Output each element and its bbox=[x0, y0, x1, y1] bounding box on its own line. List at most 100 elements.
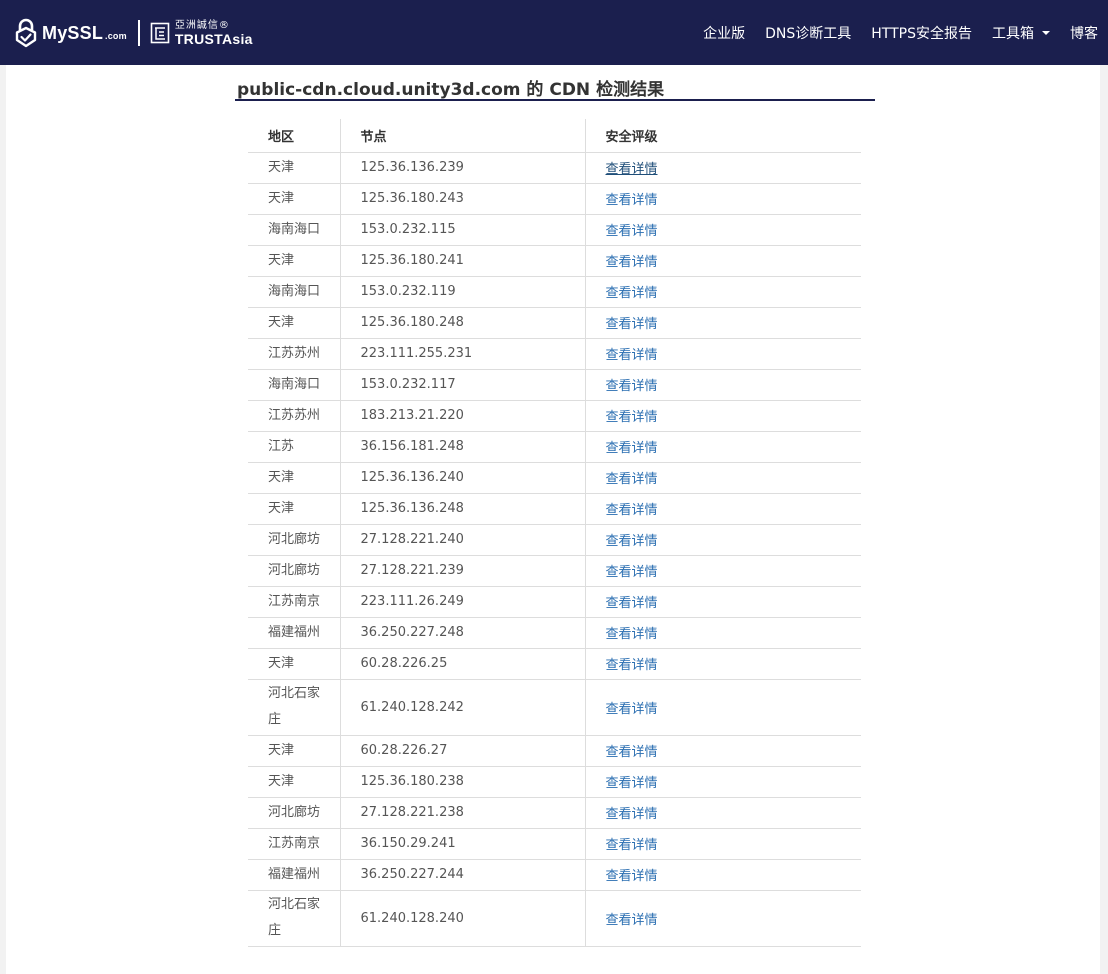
table-row: 天津 60.28.226.27 查看详情 bbox=[248, 735, 861, 767]
main-content: public-cdn.cloud.unity3d.com 的 CDN 检测结果 … bbox=[6, 65, 1100, 974]
region-text: 天津 bbox=[268, 655, 295, 671]
region-text: 江苏南京 bbox=[268, 835, 321, 851]
partner-name-cn: 亞洲誠信® bbox=[174, 19, 230, 31]
view-details-link[interactable]: 查看详情 bbox=[606, 472, 658, 487]
view-details-link[interactable]: 查看详情 bbox=[606, 348, 658, 363]
node-cell: 36.250.227.248 bbox=[339, 617, 585, 649]
table-row: 河北廊坊 27.128.221.239 查看详情 bbox=[248, 555, 861, 587]
rating-cell: 查看详情 bbox=[584, 431, 861, 463]
node-cell: 223.111.255.231 bbox=[339, 338, 585, 370]
view-details-link[interactable]: 查看详情 bbox=[606, 658, 658, 673]
rating-cell: 查看详情 bbox=[584, 524, 861, 556]
node-cell: 36.250.227.244 bbox=[339, 859, 585, 891]
rating-cell: 查看详情 bbox=[584, 679, 861, 736]
region-text: 天津 bbox=[268, 773, 295, 789]
region-cell: 天津 bbox=[248, 493, 340, 525]
node-cell: 223.111.26.249 bbox=[339, 586, 585, 618]
node-cell: 153.0.232.115 bbox=[339, 214, 585, 246]
view-details-link[interactable]: 查看详情 bbox=[606, 745, 658, 760]
table-row: 河北廊坊 27.128.221.240 查看详情 bbox=[248, 524, 861, 556]
header-region: 地区 bbox=[248, 119, 340, 153]
region-text: 天津 bbox=[268, 314, 295, 330]
region-text: 河北廊坊 bbox=[268, 804, 321, 820]
node-cell: 36.156.181.248 bbox=[339, 431, 585, 463]
region-cell: 河北石家庄 bbox=[248, 679, 340, 736]
nav-dns-tool[interactable]: DNS诊断工具 bbox=[765, 23, 851, 43]
table-row: 海南海口 153.0.232.117 查看详情 bbox=[248, 369, 861, 401]
table-row: 福建福州 36.250.227.248 查看详情 bbox=[248, 617, 861, 649]
view-details-link[interactable]: 查看详情 bbox=[606, 255, 658, 270]
cdn-results-table: 地区 节点 安全评级 天津 125.36.136.239 查看详情 天津 125.36.… bbox=[248, 119, 861, 947]
region-cell: 河北廊坊 bbox=[248, 555, 340, 587]
node-cell: 27.128.221.239 bbox=[339, 555, 585, 587]
partner-name: 亞洲誠信® TRUSTAsia bbox=[174, 19, 253, 46]
region-cell: 江苏南京 bbox=[248, 828, 340, 860]
region-text: 江苏苏州 bbox=[268, 345, 321, 361]
view-details-link[interactable]: 查看详情 bbox=[606, 441, 658, 456]
table-row: 河北廊坊 27.128.221.238 查看详情 bbox=[248, 797, 861, 829]
view-details-link[interactable]: 查看详情 bbox=[606, 776, 658, 791]
region-cell: 天津 bbox=[248, 648, 340, 680]
view-details-link[interactable]: 查看详情 bbox=[606, 503, 658, 518]
view-details-link[interactable]: 查看详情 bbox=[606, 807, 658, 822]
logo[interactable]: MySSL .com 亞洲誠信® TRUSTAsia bbox=[14, 16, 253, 50]
region-cell: 江苏苏州 bbox=[248, 400, 340, 432]
node-cell: 61.240.128.242 bbox=[339, 679, 585, 736]
region-text: 天津 bbox=[268, 742, 295, 758]
nav-enterprise[interactable]: 企业版 bbox=[703, 23, 745, 43]
node-cell: 60.28.226.27 bbox=[339, 735, 585, 767]
view-details-link[interactable]: 查看详情 bbox=[606, 702, 658, 717]
view-details-link[interactable]: 查看详情 bbox=[606, 193, 658, 208]
view-details-link[interactable]: 查看详情 bbox=[606, 286, 658, 301]
node-cell: 27.128.221.238 bbox=[339, 797, 585, 829]
view-details-link[interactable]: 查看详情 bbox=[606, 565, 658, 580]
view-details-link[interactable]: 查看详情 bbox=[606, 627, 658, 642]
nav-blog[interactable]: 博客 bbox=[1070, 23, 1098, 43]
node-cell: 125.36.180.241 bbox=[339, 245, 585, 277]
view-details-link[interactable]: 查看详情 bbox=[606, 534, 658, 549]
region-text: 天津 bbox=[268, 159, 295, 175]
region-text: 河北石家庄 bbox=[268, 686, 321, 727]
rating-cell: 查看详情 bbox=[584, 400, 861, 432]
rating-cell: 查看详情 bbox=[584, 617, 861, 649]
header-rating: 安全评级 bbox=[584, 119, 861, 153]
table-row: 天津 125.36.180.243 查看详情 bbox=[248, 183, 861, 215]
view-details-link[interactable]: 查看详情 bbox=[606, 379, 658, 394]
table-row: 天津 125.36.136.239 查看详情 bbox=[248, 152, 861, 184]
region-text: 福建福州 bbox=[268, 624, 321, 640]
rating-cell: 查看详情 bbox=[584, 338, 861, 370]
region-text: 海南海口 bbox=[268, 283, 321, 299]
view-details-link[interactable]: 查看详情 bbox=[606, 869, 658, 884]
view-details-link[interactable]: 查看详情 bbox=[606, 913, 658, 928]
trustasia-logo-icon bbox=[150, 22, 170, 44]
view-details-link[interactable]: 查看详情 bbox=[606, 596, 658, 611]
rating-cell: 查看详情 bbox=[584, 369, 861, 401]
table-row: 海南海口 153.0.232.119 查看详情 bbox=[248, 276, 861, 308]
page-title: public-cdn.cloud.unity3d.com 的 CDN 检测结果 bbox=[235, 75, 875, 101]
table-row: 海南海口 153.0.232.115 查看详情 bbox=[248, 214, 861, 246]
region-cell: 天津 bbox=[248, 735, 340, 767]
view-details-link[interactable]: 查看详情 bbox=[606, 224, 658, 239]
view-details-link[interactable]: 查看详情 bbox=[606, 162, 658, 177]
view-details-link[interactable]: 查看详情 bbox=[606, 410, 658, 425]
nav-https-report[interactable]: HTTPS安全报告 bbox=[871, 23, 972, 43]
logo-divider bbox=[137, 20, 140, 46]
region-cell: 河北廊坊 bbox=[248, 524, 340, 556]
rating-cell: 查看详情 bbox=[584, 276, 861, 308]
table-row: 福建福州 36.250.227.244 查看详情 bbox=[248, 859, 861, 891]
table-header-row: 地区 节点 安全评级 bbox=[248, 119, 861, 153]
rating-cell: 查看详情 bbox=[584, 555, 861, 587]
table-row: 江苏苏州 223.111.255.231 查看详情 bbox=[248, 338, 861, 370]
table-row: 天津 125.36.180.238 查看详情 bbox=[248, 766, 861, 798]
region-cell: 天津 bbox=[248, 183, 340, 215]
region-cell: 河北廊坊 bbox=[248, 797, 340, 829]
region-text: 天津 bbox=[268, 469, 295, 485]
rating-cell: 查看详情 bbox=[584, 586, 861, 618]
region-text: 天津 bbox=[268, 500, 295, 516]
view-details-link[interactable]: 查看详情 bbox=[606, 838, 658, 853]
nav-toolbox-dropdown[interactable]: 工具箱 bbox=[992, 23, 1050, 43]
region-text: 海南海口 bbox=[268, 221, 321, 237]
rating-cell: 查看详情 bbox=[584, 859, 861, 891]
view-details-link[interactable]: 查看详情 bbox=[606, 317, 658, 332]
region-text: 海南海口 bbox=[268, 376, 321, 392]
